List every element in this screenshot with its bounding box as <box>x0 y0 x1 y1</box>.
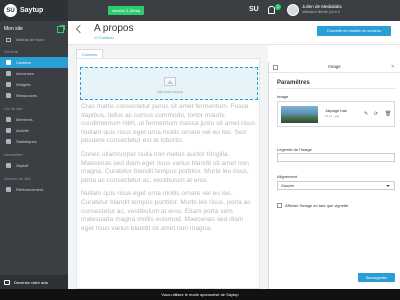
sidebar-section-title: Vie du site <box>4 106 23 111</box>
sidebar-section-title: Gestion du site <box>4 176 31 181</box>
align-select[interactable]: Gauche <box>277 181 395 190</box>
vignette-option[interactable]: Afficher l'image en tant que vignette <box>277 203 348 208</box>
version-button[interactable]: version 2 (Bêta) <box>108 6 145 15</box>
panel-title: Image <box>328 64 341 69</box>
sidebar-item-annonces[interactable]: Annonces <box>0 68 68 79</box>
save-button[interactable]: Sauvegarder <box>358 273 395 282</box>
bell-icon[interactable] <box>268 6 275 14</box>
file-size: 16 ko - jpg <box>325 114 340 118</box>
feedback-label: Devenez votre avis <box>14 279 49 285</box>
user-name[interactable]: Julien de Medialabs <box>302 4 342 9</box>
paragraph: Cras mattis consectetur purus sit amet f… <box>81 103 257 145</box>
site-row[interactable]: Mon site <box>0 23 68 35</box>
sidebar-item-label: Contenu <box>16 60 32 65</box>
sidebar-item-label: Tableau de bord <box>15 37 44 42</box>
sidebar-item-contenu[interactable]: Contenu <box>0 57 68 68</box>
vignette-label: Afficher l'image en tant que vignette <box>285 203 349 208</box>
editor-canvas[interactable]: http://www.saytup... Cras mattis consect… <box>76 58 260 289</box>
sidebar-header: SU Saytup <box>0 0 68 21</box>
image-placeholder-link: http://www.saytup... <box>157 90 186 94</box>
sidebar-item-label: Membres <box>16 117 33 122</box>
feedback-button[interactable]: Devenez votre avis <box>0 275 68 289</box>
sidebar-item-membres[interactable]: Membres <box>0 114 68 125</box>
image-block[interactable]: http://www.saytup... <box>80 67 258 100</box>
sidebar-item-label: Activité <box>16 128 29 133</box>
dashboard-icon <box>6 37 11 42</box>
sidebar-item-label: Référencement <box>16 187 44 192</box>
align-label: Alignement <box>277 174 298 179</box>
chart-icon <box>6 139 11 144</box>
feedback-icon <box>4 279 10 285</box>
back-arrow-icon[interactable] <box>75 24 85 34</box>
topbar: version 2 (Bêta) SU 1 Julien de Medialab… <box>68 0 400 21</box>
sidebar-item-label: Ressources <box>16 93 38 98</box>
breadcrumb[interactable]: «« Contenu <box>94 36 114 40</box>
edit-icon[interactable]: ✎ <box>364 111 368 117</box>
panel-header: Image ✕ <box>269 62 400 73</box>
megaphone-icon <box>6 71 11 76</box>
paragraph: Nullam quis risus eget urna mollis ornar… <box>81 190 251 232</box>
caption-input[interactable] <box>277 153 395 162</box>
mail-icon <box>6 163 11 168</box>
sidebar-item-statistiques[interactable]: Statistiques <box>0 136 68 147</box>
sidebar-item-saytoff[interactable]: Saytoff <box>0 160 68 171</box>
sidebar-item-label: Widgets <box>16 82 31 87</box>
page-header: A propos «« Contenu Convertir en modèle … <box>68 21 400 45</box>
user-role: utilisateur illimité (ok le h <box>302 10 341 14</box>
image-settings-panel: Image ✕ Paramètres Image 1stpage bas 16 … <box>268 62 400 289</box>
editor-area: Contenu http://www.saytup... Cras mattis… <box>68 45 268 289</box>
text-block[interactable]: Cras mattis consectetur purus sit amet f… <box>81 103 257 238</box>
external-link-icon[interactable] <box>57 24 65 33</box>
close-icon[interactable]: ✕ <box>391 64 395 70</box>
content-icon <box>6 60 11 65</box>
sidebar-item-label: Annonces <box>16 71 34 76</box>
sidebar-section-title: Newsletter <box>4 152 23 157</box>
users-icon <box>6 117 11 122</box>
site-label: Mon site <box>4 26 23 32</box>
sidebar-item-label: Statistiques <box>16 139 37 144</box>
caption-label: Légende de l'image <box>277 147 312 152</box>
sponsor-footer: Vous utilisez le mode sponsorisé de Sayt… <box>0 289 400 300</box>
logo-text: Saytup <box>20 7 44 14</box>
file-name: 1stpage bas <box>325 108 347 113</box>
activity-icon <box>6 128 11 133</box>
brand-initials: SU <box>249 6 259 13</box>
paragraph: Donec ullamcorper nulla non metus auctor… <box>81 150 249 184</box>
sidebar-item-widgets[interactable]: Widgets <box>0 79 68 90</box>
tab-contenu[interactable]: Contenu <box>76 49 104 58</box>
sidebar-item-dashboard[interactable]: Tableau de bord <box>0 35 68 44</box>
folder-icon <box>6 93 11 98</box>
trash-icon[interactable]: 🗑 <box>385 111 391 117</box>
refresh-icon[interactable]: ⟳ <box>374 111 378 117</box>
image-card: 1stpage bas 16 ko - jpg ✎ ⟳ 🗑 <box>277 101 395 127</box>
convert-template-button[interactable]: Convertir en modèle du contenu <box>317 26 391 36</box>
vignette-checkbox[interactable] <box>277 203 282 208</box>
widgets-icon <box>6 82 11 87</box>
image-placeholder-icon <box>164 77 176 86</box>
page-title: A propos <box>94 23 134 34</box>
sidebar-item-label: Saytoff <box>16 163 29 168</box>
sidebar-item-referencement[interactable]: Référencement <box>0 184 68 195</box>
divider <box>277 88 395 89</box>
logo-badge: SU <box>4 4 17 17</box>
image-thumbnail <box>281 106 318 123</box>
avatar[interactable] <box>287 4 299 16</box>
sidebar-item-ressources[interactable]: Ressources <box>0 90 68 101</box>
image-label: Image <box>277 94 289 99</box>
sidebar: SU Saytup Mon site Tableau de bord Génér… <box>0 0 68 289</box>
notification-badge: 1 <box>275 4 281 10</box>
sidebar-item-activite[interactable]: Activité <box>0 125 68 136</box>
seo-icon <box>6 187 11 192</box>
sidebar-section-title: Général <box>4 49 19 54</box>
params-title: Paramètres <box>277 80 310 86</box>
